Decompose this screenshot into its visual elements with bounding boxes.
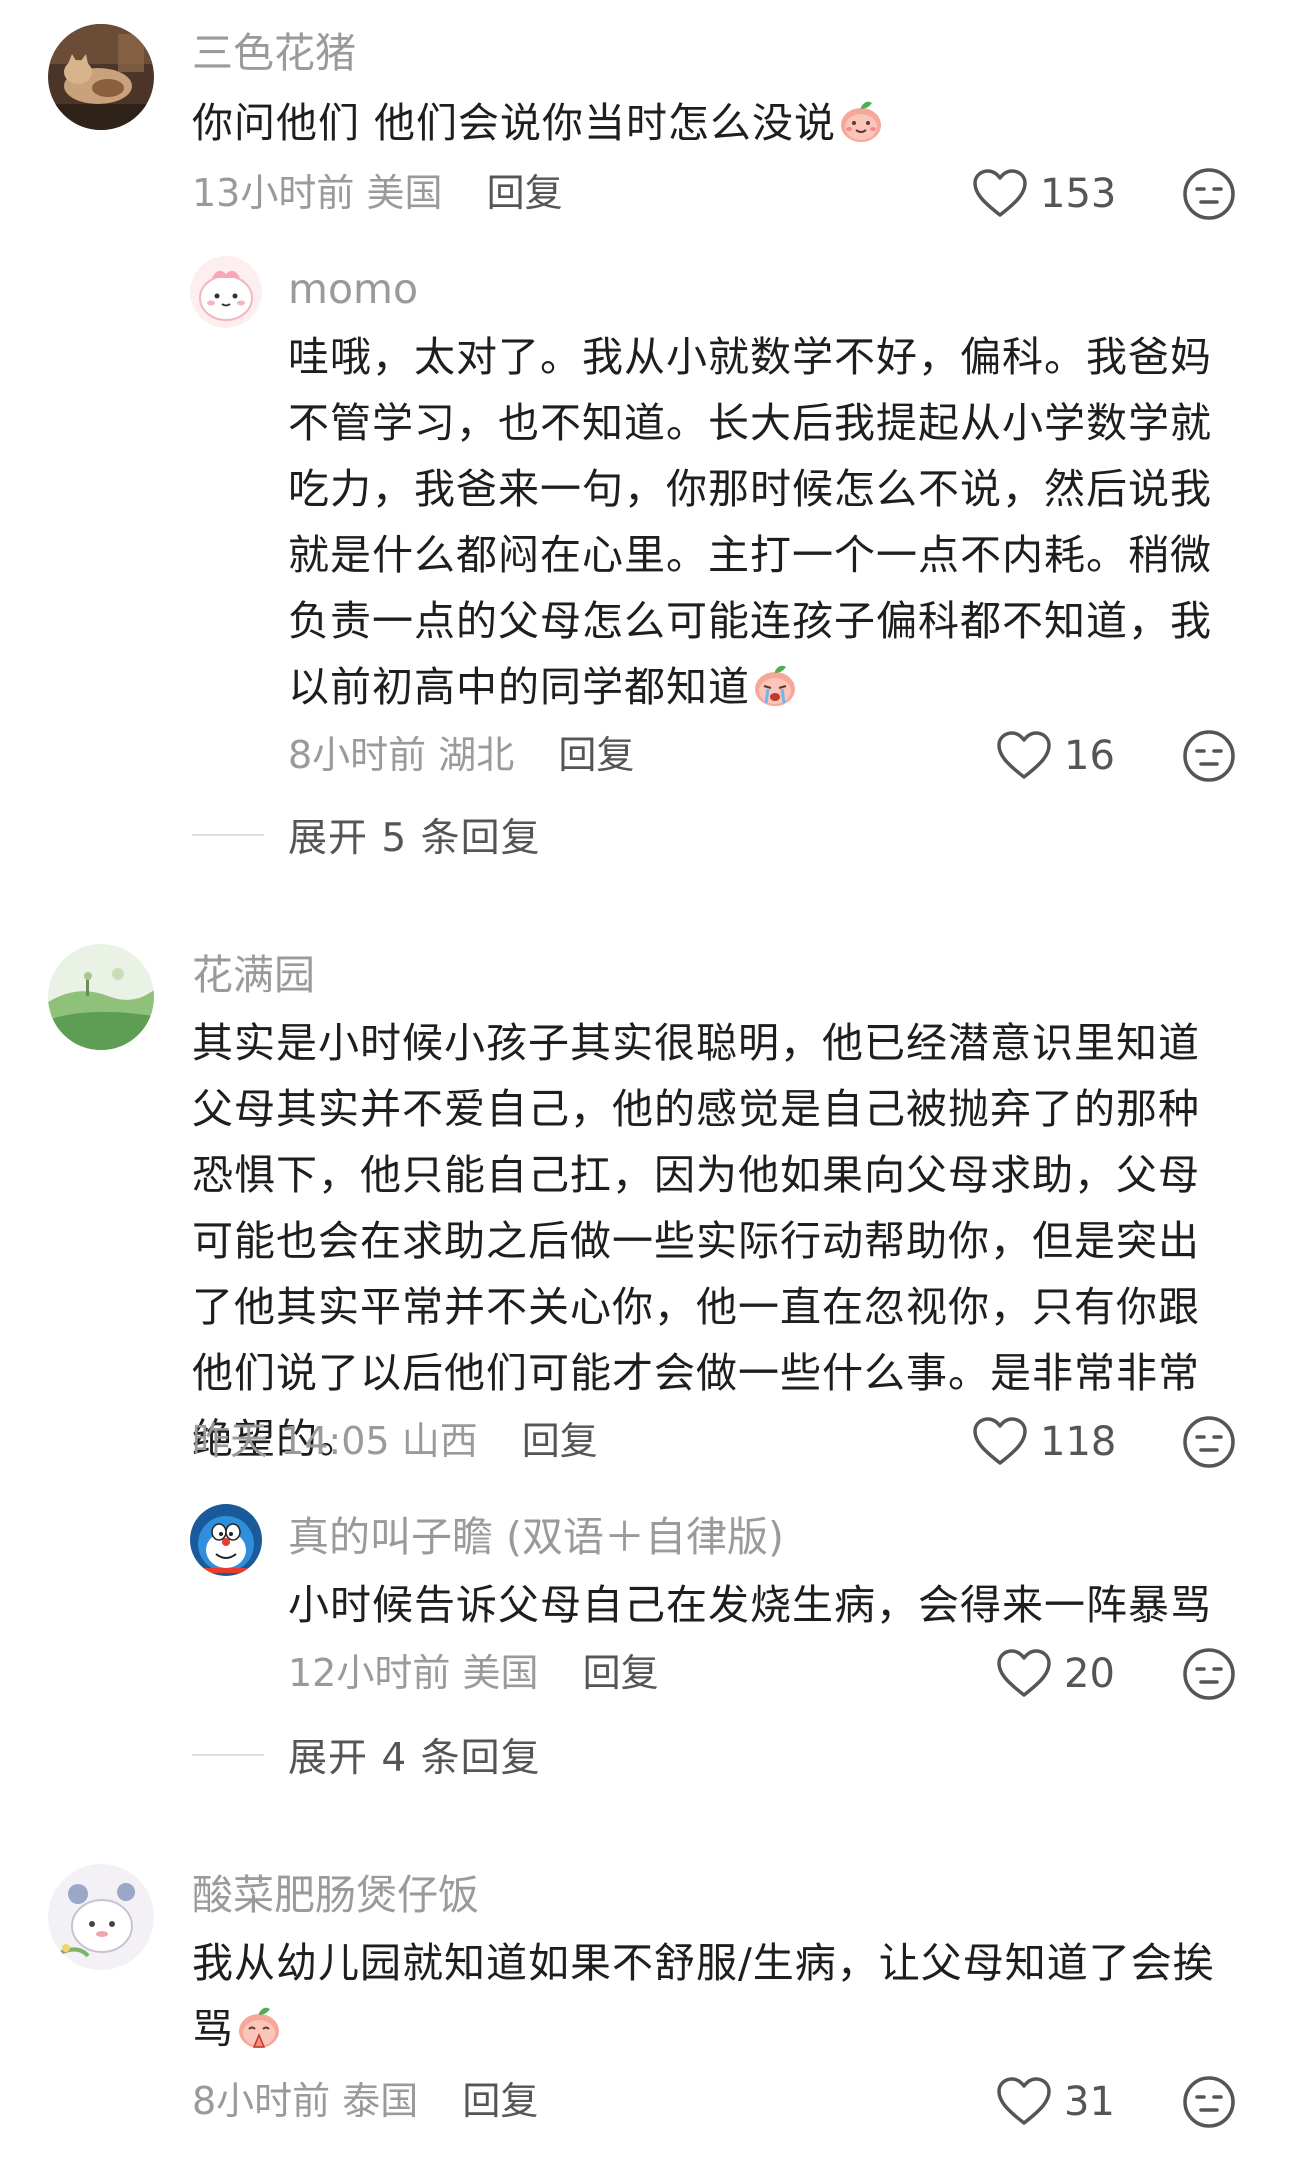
dislike-button[interactable] — [1182, 2075, 1236, 2129]
reply-button[interactable]: 回复 — [487, 171, 563, 215]
dislike-button[interactable] — [1182, 167, 1236, 221]
comment-text-content: 你问他们 他们会说你当时怎么没说 — [192, 99, 837, 147]
comment-location: 泰国 — [342, 2079, 419, 2123]
comment-location: 美国 — [366, 171, 443, 215]
reply-text: 小时候告诉父母自己在发烧生病，会得来一阵暴骂 — [288, 1581, 1212, 1629]
reply-button[interactable]: 回复 — [462, 2079, 538, 2123]
like-button[interactable]: 20 — [996, 1646, 1115, 1702]
comment-text: 我从幼儿园就知道如果不舒服/生病，让父母知道了会挨骂 — [192, 1930, 1232, 2062]
comment-time: 昨天 14:05 — [192, 1419, 390, 1463]
like-button[interactable]: 153 — [972, 166, 1116, 222]
reply-button[interactable]: 回复 — [558, 733, 634, 777]
comment-text: 其实是小时候小孩子其实很聪明，他已经潜意识里知道父母其实并不爱自己，他的感觉是自… — [192, 1019, 1200, 1463]
neutral-face-icon — [1183, 1648, 1235, 1700]
like-count: 31 — [1064, 2079, 1115, 2125]
expand-replies-label: 展开 4 条回复 — [288, 1736, 541, 1781]
like-button[interactable]: 16 — [996, 728, 1115, 784]
comment-username[interactable]: 三色花猪 — [192, 28, 356, 78]
comment-meta: 13小时前 美国 回复 — [192, 168, 563, 218]
reply-meta: 12小时前 美国 回复 — [288, 1648, 659, 1698]
reply-button[interactable]: 回复 — [522, 1419, 598, 1463]
dislike-button[interactable] — [1182, 1647, 1236, 1701]
avatar[interactable] — [48, 944, 154, 1050]
comment-text-content: 我从幼儿园就知道如果不舒服/生病，让父母知道了会挨骂 — [192, 1939, 1215, 2053]
expand-replies-button[interactable]: 展开 4 条回复 — [192, 1730, 541, 1781]
heart-icon — [997, 2077, 1051, 2125]
reply-text-content: 哇哦，太对了。我从小就数学不好，偏科。我爸妈不管学习，也不知道。长大后我提起从小… — [288, 333, 1212, 711]
like-count: 16 — [1064, 733, 1115, 779]
praying-peach-emoji — [234, 2001, 284, 2051]
comment-username[interactable]: 酸菜肥肠煲仔饭 — [192, 1870, 479, 1920]
avatar[interactable] — [48, 1864, 154, 1970]
comment-location: 山西 — [401, 1419, 478, 1463]
dislike-button[interactable] — [1182, 729, 1236, 783]
reply-username[interactable]: momo — [288, 264, 418, 314]
comment-time: 8小时前 — [192, 2079, 331, 2123]
expand-replies-label: 展开 5 条回复 — [288, 816, 541, 861]
avatar[interactable] — [190, 256, 262, 328]
expand-divider — [192, 1754, 264, 1756]
like-button[interactable]: 31 — [996, 2074, 1115, 2130]
comment-text: 你问他们 他们会说你当时怎么没说 — [192, 90, 1252, 156]
like-count: 153 — [1040, 171, 1117, 217]
heart-icon — [973, 169, 1027, 217]
expand-replies-button[interactable]: 展开 5 条回复 — [192, 810, 541, 861]
like-button[interactable]: 118 — [972, 1414, 1116, 1470]
reply-username[interactable]: 真的叫子瞻 (双语＋自律版) — [288, 1512, 784, 1562]
reply-time: 8小时前 — [288, 733, 427, 777]
heart-icon — [997, 1649, 1051, 1697]
neutral-face-icon — [1183, 168, 1235, 220]
like-count: 118 — [1040, 1419, 1117, 1465]
reply-meta: 8小时前 湖北 回复 — [288, 730, 634, 780]
reply-text: 哇哦，太对了。我从小就数学不好，偏科。我爸妈不管学习，也不知道。长大后我提起从小… — [288, 324, 1218, 720]
neutral-face-icon — [1183, 730, 1235, 782]
avatar[interactable] — [190, 1504, 262, 1576]
avatar[interactable] — [48, 24, 154, 130]
reply-button[interactable]: 回复 — [583, 1651, 659, 1695]
smiling-peach-emoji — [836, 95, 886, 145]
reply-time: 12小时前 — [288, 1651, 451, 1695]
neutral-face-icon — [1183, 2076, 1235, 2128]
heart-icon — [997, 731, 1051, 779]
comment-meta: 昨天 14:05 山西 回复 — [192, 1416, 598, 1466]
comment-username[interactable]: 花满园 — [192, 950, 315, 1000]
reply-location: 湖北 — [438, 733, 515, 777]
like-count: 20 — [1064, 1651, 1115, 1697]
reply-location: 美国 — [462, 1651, 539, 1695]
comment-time: 13小时前 — [192, 171, 355, 215]
neutral-face-icon — [1183, 1416, 1235, 1468]
dislike-button[interactable] — [1182, 1415, 1236, 1469]
expand-divider — [192, 834, 264, 836]
comment-meta: 8小时前 泰国 回复 — [192, 2076, 538, 2126]
heart-icon — [973, 1417, 1027, 1465]
crying-peach-emoji — [750, 659, 800, 709]
